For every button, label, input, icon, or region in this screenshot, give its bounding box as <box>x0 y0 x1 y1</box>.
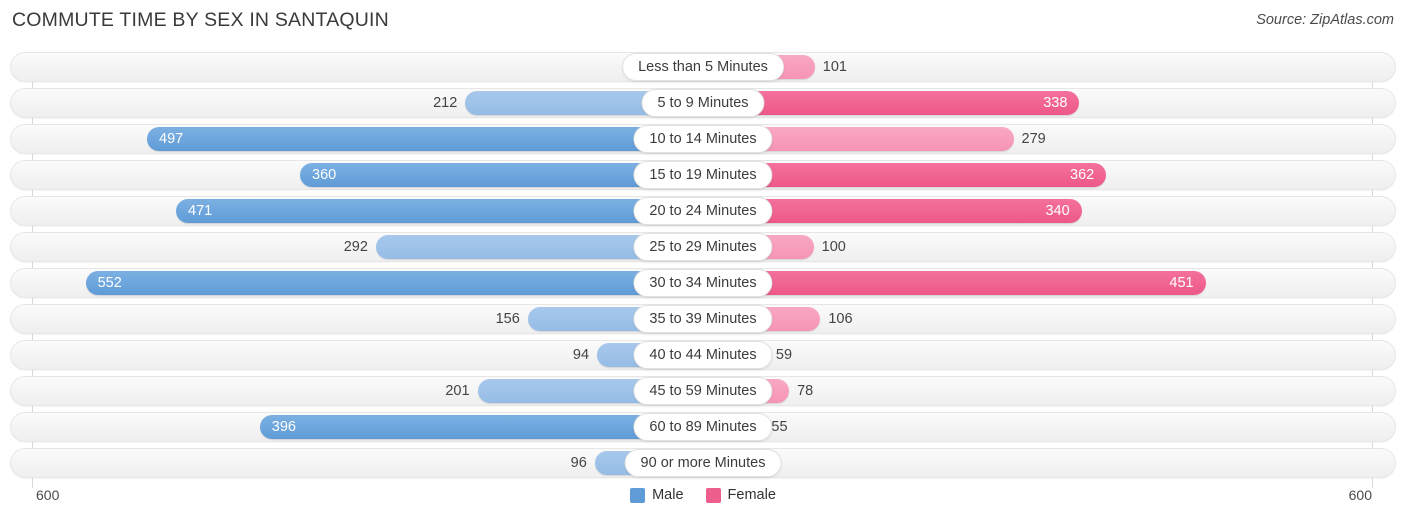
chart-legend: Male Female <box>0 487 1406 503</box>
legend-label-female: Female <box>727 487 776 503</box>
category-label: 15 to 19 Minutes <box>633 161 773 189</box>
bar-male[interactable] <box>147 127 702 151</box>
source-attribution: Source: ZipAtlas.com <box>1256 12 1394 28</box>
chart-row: 360 362 15 to 19 Minutes <box>10 160 1396 190</box>
legend-item-male[interactable]: Male <box>630 487 684 503</box>
legend-label-male: Male <box>652 487 684 503</box>
legend-swatch-male <box>630 487 646 503</box>
value-label-male: 212 <box>433 95 458 111</box>
category-label: 20 to 24 Minutes <box>633 197 773 225</box>
category-label: 10 to 14 Minutes <box>633 125 773 153</box>
value-label-male: 96 <box>570 455 587 471</box>
chart-plot-area: 39101Less than 5 Minutes2123385 to 9 Min… <box>10 52 1396 488</box>
value-label-female: 279 <box>1021 131 1046 147</box>
chart-row: 156 106 35 to 39 Minutes <box>10 304 1396 334</box>
value-label-male: 396 <box>271 419 296 435</box>
chart-page: COMMUTE TIME BY SEX IN SANTAQUIN Source:… <box>0 0 1406 523</box>
value-label-male: 497 <box>159 131 184 147</box>
value-label-male: 94 <box>572 347 590 363</box>
chart-row: 396 55 60 to 89 Minutes <box>10 412 1396 442</box>
category-label: 5 to 9 Minutes <box>641 89 765 117</box>
value-label-male: 360 <box>312 167 337 183</box>
value-label-female: 451 <box>1169 275 1194 291</box>
chart-row: 552 451 30 to 34 Minutes <box>10 268 1396 298</box>
value-label-female: 362 <box>1070 167 1095 183</box>
value-label-male: 292 <box>343 239 368 255</box>
value-label-female: 338 <box>1043 95 1068 111</box>
category-label: 30 to 34 Minutes <box>633 269 773 297</box>
value-label-male: 471 <box>188 203 213 219</box>
value-label-female: 340 <box>1045 203 1070 219</box>
bar-male[interactable] <box>176 199 702 223</box>
value-label-female: 59 <box>775 347 793 363</box>
value-label-female: 106 <box>828 311 853 327</box>
legend-item-female[interactable]: Female <box>705 487 776 503</box>
chart-row: 497 279 10 to 14 Minutes <box>10 124 1396 154</box>
chart-row: 962590 or more Minutes <box>10 448 1396 478</box>
value-label-male: 156 <box>495 311 520 327</box>
chart-row: 212 338 5 to 9 Minutes <box>10 88 1396 118</box>
category-label: 45 to 59 Minutes <box>633 377 773 405</box>
page-title: COMMUTE TIME BY SEX IN SANTAQUIN <box>12 9 389 31</box>
category-label: Less than 5 Minutes <box>622 53 784 81</box>
chart-row: 94 59 40 to 44 Minutes <box>10 340 1396 370</box>
category-label: 35 to 39 Minutes <box>633 305 773 333</box>
category-label: 90 or more Minutes <box>624 449 782 477</box>
value-label-female: 100 <box>821 239 846 255</box>
value-label-male: 552 <box>97 275 122 291</box>
chart-row: 471 340 20 to 24 Minutes <box>10 196 1396 226</box>
category-label: 60 to 89 Minutes <box>633 413 773 441</box>
value-label-female: 55 <box>771 419 788 435</box>
category-label: 40 to 44 Minutes <box>633 341 773 369</box>
value-label-female: 101 <box>822 59 847 75</box>
value-label-female: 78 <box>797 383 814 399</box>
chart-row: 39101Less than 5 Minutes <box>10 52 1396 82</box>
value-label-male: 201 <box>445 383 470 399</box>
category-label: 25 to 29 Minutes <box>633 233 773 261</box>
legend-swatch-female <box>705 487 721 503</box>
bar-male[interactable] <box>85 271 702 295</box>
chart-row: 292 100 25 to 29 Minutes <box>10 232 1396 262</box>
chart-row: 201 78 45 to 59 Minutes <box>10 376 1396 406</box>
bar-female[interactable] <box>702 271 1206 295</box>
